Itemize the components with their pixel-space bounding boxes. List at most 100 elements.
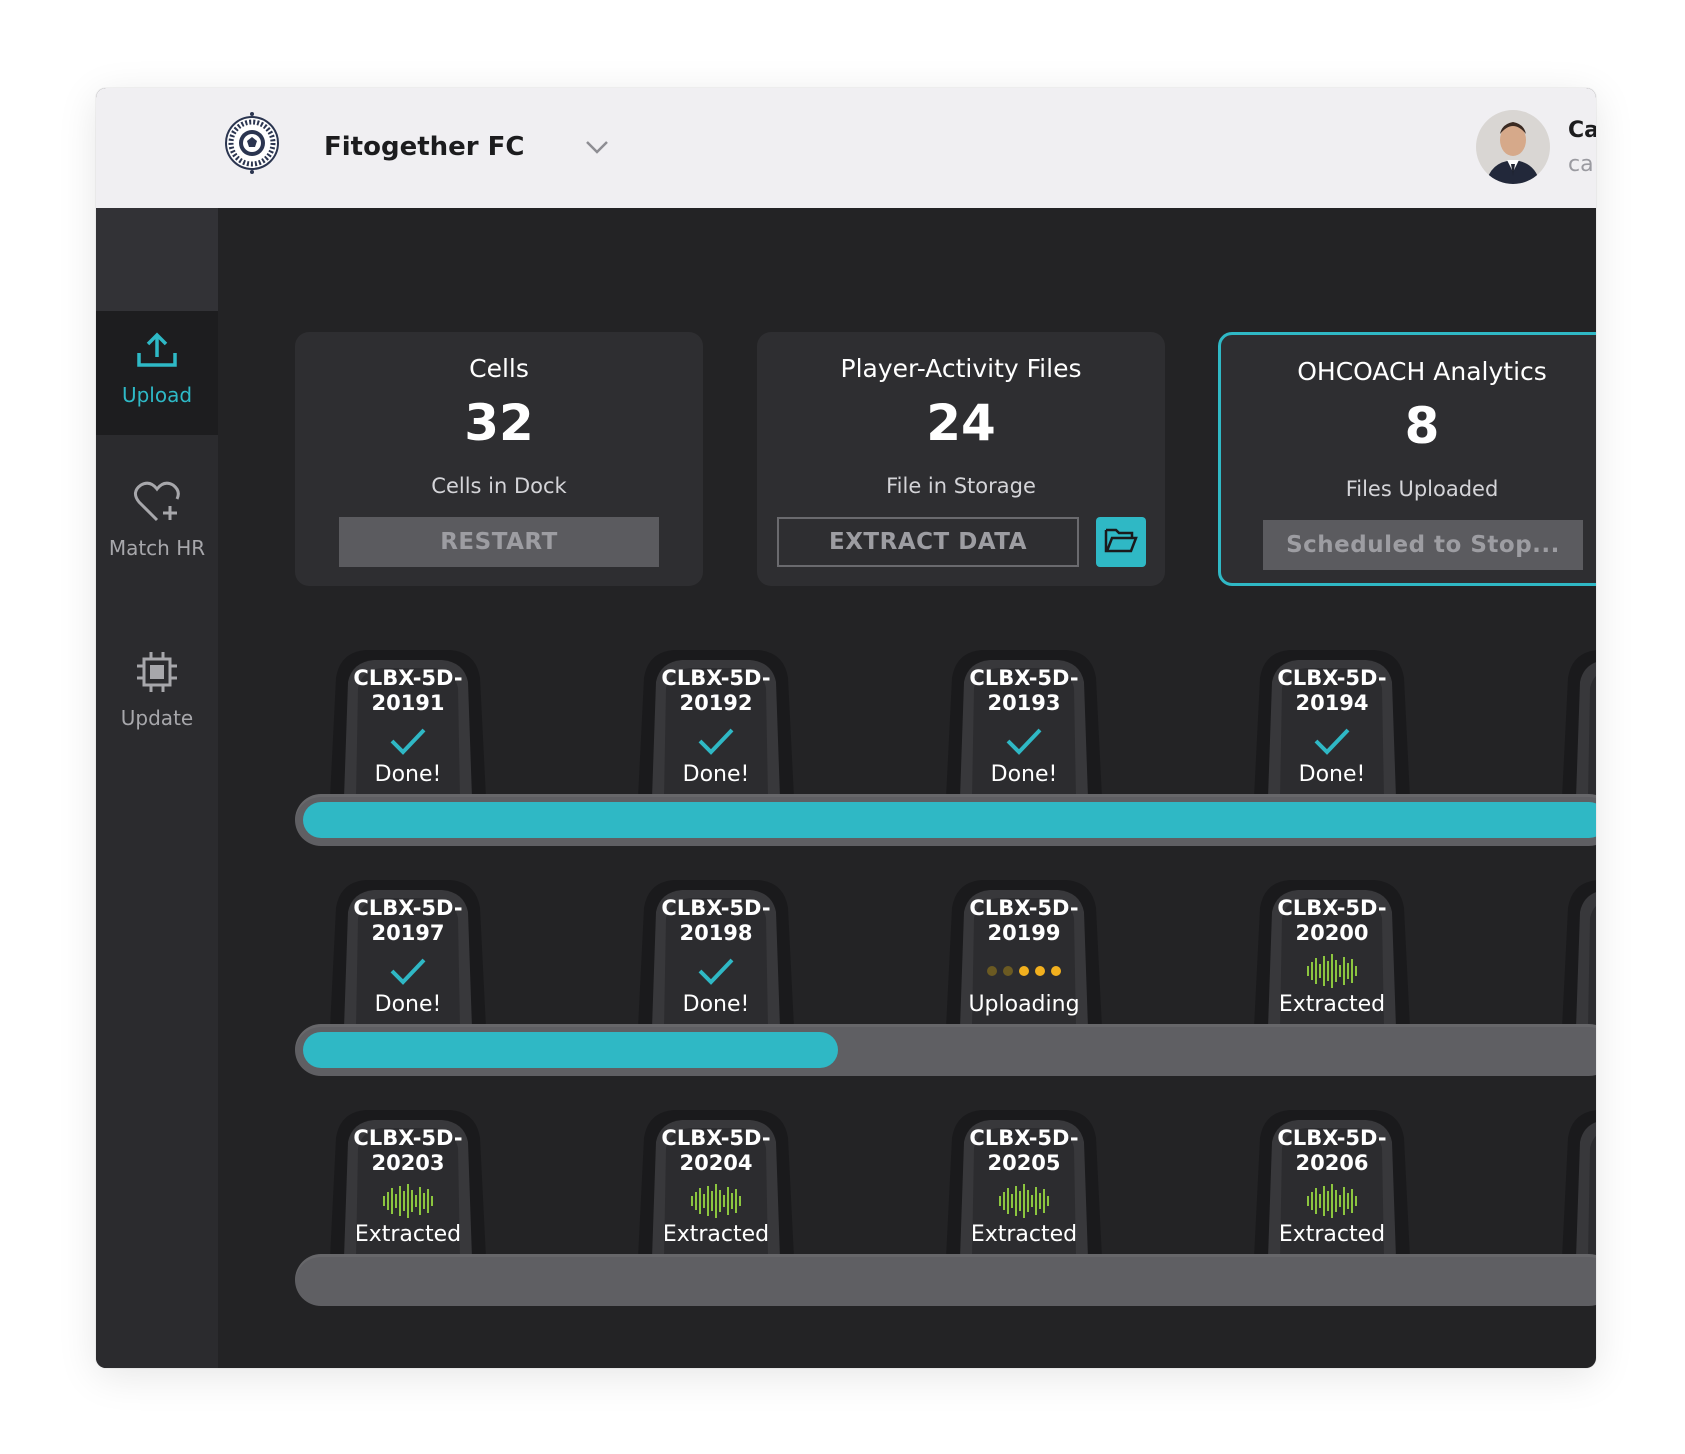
card-title: Player-Activity Files — [840, 354, 1082, 383]
restart-button[interactable]: RESTART — [339, 517, 659, 567]
check-icon — [322, 954, 494, 988]
cell-id-prefix: CLBX-5D- — [969, 896, 1079, 920]
card-subtitle: File in Storage — [886, 474, 1036, 498]
cell-id-prefix: CLBX-5D- — [969, 666, 1079, 690]
dock-cell[interactable]: CLBX-5D- 20200 Extracted — [1246, 878, 1418, 1028]
chevron-down-icon[interactable] — [584, 134, 610, 160]
dock-cell-partial[interactable] — [1554, 648, 1596, 798]
cell-id-number: 20192 — [679, 691, 753, 715]
open-folder-button[interactable] — [1096, 517, 1146, 567]
cell-status: Uploading — [968, 992, 1080, 1017]
cell-id: CLBX-5D- 20197 — [322, 896, 494, 946]
cell-id-prefix: CLBX-5D- — [969, 1126, 1079, 1150]
cell-status: Done! — [1298, 762, 1366, 787]
cell-id-prefix: CLBX-5D- — [353, 896, 463, 920]
cell-id: CLBX-5D- 20205 — [938, 1126, 1110, 1176]
cell-status: Extracted — [1278, 1222, 1386, 1247]
card-subtitle: Cells in Dock — [431, 474, 567, 498]
cell-status: Done! — [374, 992, 442, 1017]
card-title: OHCOACH Analytics — [1297, 357, 1547, 386]
cell-id: CLBX-5D- 20192 — [630, 666, 802, 716]
dock-cell-partial[interactable] — [1554, 1108, 1596, 1258]
cell-id: CLBX-5D- 20203 — [322, 1126, 494, 1176]
dock-cell[interactable]: CLBX-5D- 20205 Extracted — [938, 1108, 1110, 1258]
cell-id: CLBX-5D- 20200 — [1246, 896, 1418, 946]
dock-cell[interactable]: CLBX-5D- 20199 Uploading — [938, 878, 1110, 1028]
sidebar-item-upload[interactable]: Upload — [96, 311, 218, 435]
app-window: Fitogether FC Ca ca Upload Match HR Upda… — [96, 88, 1596, 1368]
cell-id: CLBX-5D- 20191 — [322, 666, 494, 716]
cell-id-number: 20206 — [1295, 1151, 1369, 1175]
dock-cell[interactable]: CLBX-5D- 20191 Done! — [322, 648, 494, 798]
cell-id-number: 20199 — [987, 921, 1061, 945]
cell-id-number: 20200 — [1295, 921, 1369, 945]
cell-id-prefix: CLBX-5D- — [661, 1126, 771, 1150]
cell-id-prefix: CLBX-5D- — [661, 666, 771, 690]
cell-status: Extracted — [1278, 992, 1386, 1017]
sidebar-item-match-hr[interactable]: Match HR — [96, 458, 218, 588]
extract-data-button[interactable]: EXTRACT DATA — [777, 517, 1079, 567]
card-value: 8 — [1404, 397, 1440, 455]
sidebar-header — [96, 208, 218, 311]
cell-id: CLBX-5D- 20204 — [630, 1126, 802, 1176]
upload-icon — [96, 331, 218, 375]
cell-id: CLBX-5D- 20206 — [1246, 1126, 1418, 1176]
cell-id: CLBX-5D- 20199 — [938, 896, 1110, 946]
cell-id-number: 20203 — [371, 1151, 445, 1175]
dock-cell[interactable]: CLBX-5D- 20193 Done! — [938, 648, 1110, 798]
cells-card: Cells 32 Cells in Dock RESTART — [295, 332, 703, 586]
cell-id-number: 20191 — [371, 691, 445, 715]
dock-cell[interactable]: CLBX-5D- 20198 Done! — [630, 878, 802, 1028]
card-value: 24 — [926, 394, 996, 452]
check-icon — [938, 724, 1110, 758]
cell-status: Extracted — [354, 1222, 462, 1247]
loading-dots-icon — [938, 954, 1110, 988]
folder-open-icon — [1104, 526, 1138, 558]
waveform-icon — [938, 1184, 1110, 1218]
cell-id-prefix: CLBX-5D- — [1277, 896, 1387, 920]
club-name[interactable]: Fitogether FC — [324, 132, 525, 162]
dock-progress-track — [295, 1254, 1596, 1306]
waveform-icon — [1246, 954, 1418, 988]
cell-status: Done! — [682, 992, 750, 1017]
top-bar: Fitogether FC Ca ca — [96, 88, 1596, 208]
scheduled-to-stop-button[interactable]: Scheduled to Stop... — [1263, 520, 1583, 570]
dock-cell[interactable]: CLBX-5D- 20194 Done! — [1246, 648, 1418, 798]
dock-cell[interactable]: CLBX-5D- 20203 Extracted — [322, 1108, 494, 1258]
cell-id-number: 20204 — [679, 1151, 753, 1175]
cell-id-number: 20205 — [987, 1151, 1061, 1175]
cell-id-prefix: CLBX-5D- — [353, 1126, 463, 1150]
dock-cell[interactable]: CLBX-5D- 20206 Extracted — [1246, 1108, 1418, 1258]
cell-id: CLBX-5D- 20198 — [630, 896, 802, 946]
cell-id-number: 20198 — [679, 921, 753, 945]
cell-id: CLBX-5D- 20194 — [1246, 666, 1418, 716]
dock-progress-track — [295, 1024, 1596, 1076]
dock-cell[interactable]: CLBX-5D- 20197 Done! — [322, 878, 494, 1028]
cell-status: Done! — [682, 762, 750, 787]
cell-id: CLBX-5D- 20193 — [938, 666, 1110, 716]
ohcoach-analytics-card: OHCOACH Analytics 8 Files Uploaded Sched… — [1218, 332, 1596, 586]
sidebar-item-label: Upload — [121, 383, 193, 407]
card-title: Cells — [469, 354, 529, 383]
sidebar-item-label: Update — [120, 706, 194, 730]
sidebar-item-update[interactable]: Update — [96, 628, 218, 758]
sidebar-item-label: Match HR — [108, 536, 206, 560]
check-icon — [630, 724, 802, 758]
card-value: 32 — [464, 394, 534, 452]
dock-cell[interactable]: CLBX-5D- 20192 Done! — [630, 648, 802, 798]
cell-status: Extracted — [662, 1222, 770, 1247]
check-icon — [1246, 724, 1418, 758]
waveform-icon — [1246, 1184, 1418, 1218]
cell-id-prefix: CLBX-5D- — [1277, 666, 1387, 690]
avatar[interactable] — [1476, 110, 1550, 184]
user-email: ca — [1568, 152, 1594, 177]
waveform-icon — [630, 1184, 802, 1218]
cell-status: Done! — [374, 762, 442, 787]
cell-id-number: 20193 — [987, 691, 1061, 715]
player-activity-card: Player-Activity Files 24 File in Storage… — [757, 332, 1165, 586]
waveform-icon — [322, 1184, 494, 1218]
user-name: Ca — [1568, 118, 1596, 143]
cell-status: Extracted — [970, 1222, 1078, 1247]
dock-cell[interactable]: CLBX-5D- 20204 Extracted — [630, 1108, 802, 1258]
dock-cell-partial[interactable] — [1554, 878, 1596, 1028]
